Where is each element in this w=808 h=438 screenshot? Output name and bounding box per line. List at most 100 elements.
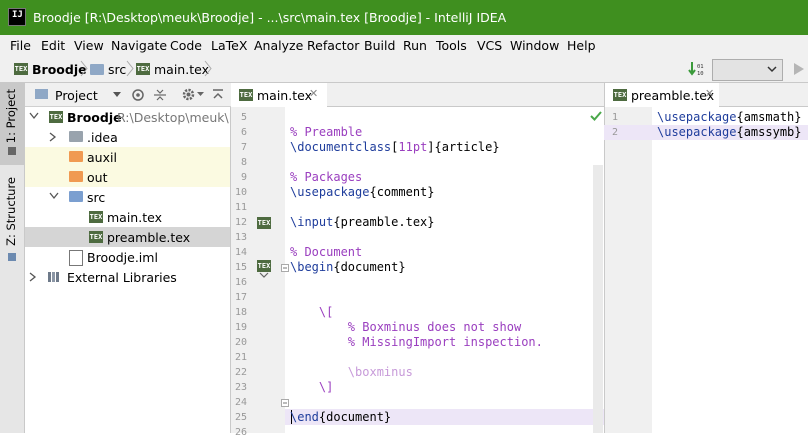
line-number: 2 xyxy=(611,127,618,138)
gear-icon[interactable] xyxy=(181,87,196,102)
run-configuration-select[interactable] xyxy=(712,59,783,81)
menu-edit[interactable]: Edit xyxy=(41,38,65,53)
menu-navigate[interactable]: Navigate xyxy=(111,38,167,53)
tex-gutter-icon[interactable]: TEX xyxy=(257,217,271,229)
menu-vcs[interactable]: VCS xyxy=(477,38,502,53)
chevron-down-icon xyxy=(767,66,777,73)
chevron-right-icon xyxy=(80,60,88,77)
code-token: \usepackage xyxy=(290,185,370,199)
code-token: \end xyxy=(290,410,319,424)
line-number: 10 xyxy=(234,187,247,198)
chevron-right-icon xyxy=(126,60,134,77)
window-title: Broodje [R:\Desktop\meuk\Broodje] - ...\… xyxy=(33,10,507,25)
line-number: 14 xyxy=(234,247,247,258)
menu-help[interactable]: Help xyxy=(567,38,596,53)
code-line: % Packages xyxy=(290,170,362,184)
code-token: \documentclass xyxy=(290,140,392,154)
tex-file-icon: TEX xyxy=(89,231,103,243)
tool-tab-structure[interactable]: Z: Structure xyxy=(4,177,18,246)
menu-run[interactable]: Run xyxy=(403,38,427,53)
close-icon[interactable]: ✕ xyxy=(705,87,714,100)
run-icon[interactable] xyxy=(793,62,805,76)
folder-icon xyxy=(90,64,104,75)
menu-tools[interactable]: Tools xyxy=(436,38,467,53)
title-bar: IJ Broodje [R:\Desktop\meuk\Broodje] - .… xyxy=(0,0,808,35)
code-token: 11pt xyxy=(398,140,428,154)
menu-analyze[interactable]: Analyze xyxy=(254,38,303,53)
collapse-all-icon[interactable] xyxy=(153,88,167,102)
code-line: % Boxminus does not show xyxy=(290,320,521,334)
editor-preamble-tex[interactable] xyxy=(652,107,808,433)
breadcrumb-project[interactable]: Broodje xyxy=(32,62,87,77)
line-number: 13 xyxy=(234,232,247,243)
scroll-from-source-icon[interactable] xyxy=(131,88,145,102)
menu-build[interactable]: Build xyxy=(364,38,395,53)
tab-preamble-tex[interactable]: TEX preamble.tex ✕ xyxy=(605,83,719,110)
folder-icon xyxy=(69,131,83,142)
tree-item-out[interactable]: out xyxy=(25,167,230,187)
project-panel-header: Project xyxy=(25,83,231,107)
code-token: {amsmath} xyxy=(736,110,802,124)
line-number: 1 xyxy=(611,112,618,123)
tree-item-broodje[interactable]: TEX Broodje R:\Desktop\meuk\Broodje xyxy=(25,107,230,127)
tree-label: Broodje.iml xyxy=(87,250,158,265)
menu-file[interactable]: File xyxy=(10,38,31,53)
code-line: \documentclass[11pt]{article} xyxy=(290,140,500,154)
tex-file-icon: TEX xyxy=(89,211,103,223)
code-token: % Packages xyxy=(290,170,363,184)
code-token: % MissingImport inspection. xyxy=(290,335,543,349)
tree-item-idea[interactable]: .idea xyxy=(25,127,230,147)
excluded-folder-icon xyxy=(69,151,83,162)
fold-icon[interactable] xyxy=(281,264,289,272)
code-token: % Document xyxy=(290,245,363,259)
code-line: % Preamble xyxy=(290,125,362,139)
fold-icon[interactable] xyxy=(281,399,289,407)
intellij-app-icon: IJ xyxy=(8,8,26,26)
sort-icon[interactable]: 01 10 xyxy=(688,61,706,77)
breadcrumb-file[interactable]: main.tex xyxy=(154,62,209,77)
dropdown-arrow-icon[interactable] xyxy=(113,92,121,98)
tree-item-external-libraries[interactable]: External Libraries xyxy=(25,267,230,287)
tool-tab-project[interactable]: 1: Project xyxy=(4,89,18,143)
project-view-label[interactable]: Project xyxy=(55,88,98,103)
menu-latex[interactable]: LaTeX xyxy=(211,38,247,53)
tree-item-main-tex[interactable]: TEX main.tex xyxy=(25,207,230,227)
tree-label: .idea xyxy=(87,130,118,145)
menu-code[interactable]: Code xyxy=(170,38,202,53)
tex-file-icon: TEX xyxy=(136,63,150,75)
code-line: % Document xyxy=(290,245,362,259)
line-number: 15 xyxy=(234,262,247,273)
code-line: \usepackage{comment} xyxy=(290,185,435,199)
code-line: \input{preamble.tex} xyxy=(290,215,435,229)
hide-panel-icon[interactable] xyxy=(211,88,225,102)
line-number: 5 xyxy=(240,112,247,123)
breadcrumb-src[interactable]: src xyxy=(108,62,126,77)
chevron-right-icon xyxy=(29,272,37,282)
editor-scrollbar[interactable] xyxy=(593,165,603,433)
tree-label: preamble.tex xyxy=(107,230,191,245)
line-number: 25 xyxy=(234,412,247,423)
tree-item-broodje-iml[interactable]: Broodje.iml xyxy=(25,247,230,267)
code-token: \usepackage xyxy=(657,125,737,139)
menu-view[interactable]: View xyxy=(74,38,104,53)
menu-window[interactable]: Window xyxy=(510,38,559,53)
line-number: 12 xyxy=(234,217,247,228)
structure-tool-icon xyxy=(8,253,16,261)
arrow-down-icon xyxy=(259,272,269,278)
tree-item-auxil[interactable]: auxil xyxy=(25,147,230,167)
code-token: \input xyxy=(290,215,334,229)
project-tree: TEX Broodje R:\Desktop\meuk\Broodje .ide… xyxy=(25,107,231,433)
editor-tabs-right: TEX preamble.tex ✕ xyxy=(604,83,808,110)
tree-item-src[interactable]: src xyxy=(25,187,230,207)
line-number: 22 xyxy=(234,367,247,378)
tex-gutter-icon[interactable]: TEX xyxy=(257,260,271,272)
menu-refactor[interactable]: Refactor xyxy=(307,38,359,53)
close-icon[interactable]: ✕ xyxy=(309,87,318,100)
tab-main-tex[interactable]: TEX main.tex ✕ xyxy=(231,83,327,110)
tree-item-preamble-tex[interactable]: TEX preamble.tex xyxy=(25,227,230,247)
tab-label: main.tex xyxy=(257,88,312,103)
menu-bar: File Edit View Navigate Code LaTeX Analy… xyxy=(0,35,808,56)
code-line: % MissingImport inspection. xyxy=(290,335,543,349)
chevron-down-icon xyxy=(49,192,59,200)
code-line: \end{document} xyxy=(290,410,391,424)
